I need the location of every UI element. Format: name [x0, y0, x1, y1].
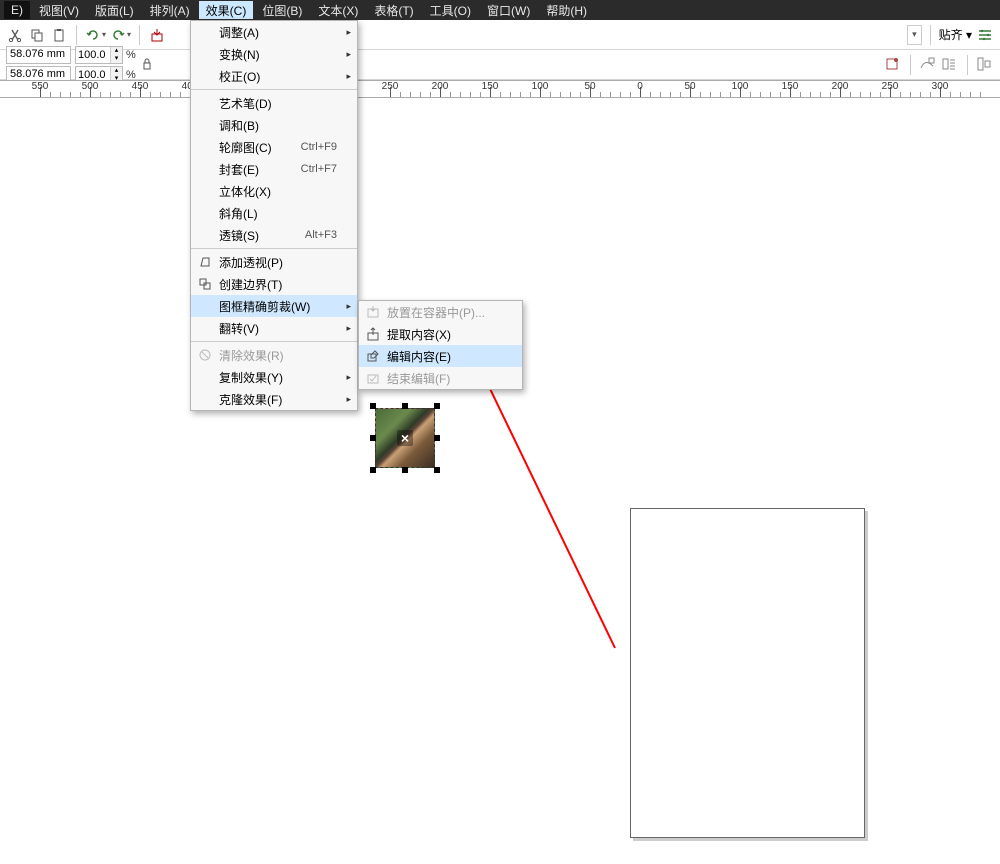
menu-text[interactable]: 文本(X) [311, 1, 365, 19]
handle-e[interactable] [434, 435, 440, 441]
extract-icon [359, 327, 387, 341]
menu-item-create-boundary[interactable]: 创建边界(T) [191, 273, 357, 295]
menu-item-artistic[interactable]: 艺术笔(D) [191, 92, 357, 114]
zoom-dropdown[interactable]: ▾ [907, 25, 922, 45]
menu-window[interactable]: 窗口(W) [480, 1, 537, 19]
menu-item-add-perspective[interactable]: 添加透视(P) [191, 251, 357, 273]
import-icon[interactable] [148, 26, 166, 44]
menu-effects[interactable]: 效果(C) [199, 1, 254, 19]
menu-tools[interactable]: 工具(O) [423, 1, 478, 19]
property-bar: 58.076 mm 58.076 mm ▴▾ % ▴▾ % [0, 50, 1000, 80]
selected-image[interactable] [370, 403, 440, 473]
handle-n[interactable] [402, 403, 408, 409]
bitmap-image[interactable] [375, 408, 435, 468]
menu-layout[interactable]: 版面(L) [88, 1, 141, 19]
menu-item-bevel[interactable]: 斜角(L) [191, 202, 357, 224]
submenu-finish-editing: 结束编辑(F) [359, 367, 522, 389]
menu-item-clear-effect: 清除效果(R) [191, 344, 357, 366]
menu-item-lens[interactable]: 透镜(S)Alt+F3 [191, 224, 357, 246]
menu-view[interactable]: 视图(V) [32, 1, 86, 19]
handle-s[interactable] [402, 467, 408, 473]
menu-item-extrude[interactable]: 立体化(X) [191, 180, 357, 202]
menu-item-copy-effect[interactable]: 复制效果(Y)▸ [191, 366, 357, 388]
cut-icon[interactable] [6, 26, 24, 44]
handle-se[interactable] [434, 467, 440, 473]
align-icon[interactable] [976, 56, 994, 74]
menu-item-blend[interactable]: 调和(B) [191, 114, 357, 136]
wrap-icon[interactable] [941, 56, 959, 74]
options-icon[interactable] [976, 26, 994, 44]
menu-item-transform[interactable]: 变换(N)▸ [191, 43, 357, 65]
menu-item-contour[interactable]: 轮廓图(C)Ctrl+F9 [191, 136, 357, 158]
perspective-icon [191, 255, 219, 269]
menu-item-clone-effect[interactable]: 克隆效果(F)▸ [191, 388, 357, 410]
handle-nw[interactable] [370, 403, 376, 409]
place-inside-icon [359, 305, 387, 319]
redo-button[interactable]: ▾ [110, 28, 131, 42]
pos-x-input[interactable]: 58.076 mm [6, 46, 71, 64]
menu-help[interactable]: 帮助(H) [539, 1, 594, 19]
menu-table[interactable]: 表格(T) [367, 1, 420, 19]
horizontal-ruler: 5505004504003502502001501005005010015020… [0, 80, 1000, 98]
menu-bar: E) 视图(V) 版面(L) 排列(A) 效果(C) 位图(B) 文本(X) 表… [0, 0, 1000, 20]
drawing-canvas[interactable] [0, 98, 1000, 864]
menu-item-rollover[interactable]: 翻转(V)▸ [191, 317, 357, 339]
percent-label: % [126, 49, 136, 61]
trace-icon[interactable] [919, 56, 937, 74]
menu-item-powerclip[interactable]: 图框精确剪裁(W)▸ [191, 295, 357, 317]
copy-icon[interactable] [28, 26, 46, 44]
percent-label-2: % [126, 69, 136, 81]
handle-sw[interactable] [370, 467, 376, 473]
paste-icon[interactable] [50, 26, 68, 44]
menu-item-envelope[interactable]: 封套(E)Ctrl+F7 [191, 158, 357, 180]
edit-icon [359, 349, 387, 363]
submenu-edit-contents[interactable]: 编辑内容(E) [359, 345, 522, 367]
handle-w[interactable] [370, 435, 376, 441]
finish-icon [359, 371, 387, 385]
menu-item-adjust[interactable]: 调整(A)▸ [191, 21, 357, 43]
page-rectangle[interactable] [630, 508, 865, 838]
menu-arrange[interactable]: 排列(A) [143, 1, 197, 19]
effects-menu: 调整(A)▸ 变换(N)▸ 校正(O)▸ 艺术笔(D) 调和(B) 轮廓图(C)… [190, 20, 358, 411]
lock-ratio-icon[interactable] [140, 57, 156, 73]
submenu-place-inside: 放置在容器中(P)... [359, 301, 522, 323]
handle-ne[interactable] [434, 403, 440, 409]
snap-label: 贴齐 ▾ [939, 26, 972, 43]
menu-edit-end[interactable]: E) [4, 1, 30, 19]
menu-item-correction[interactable]: 校正(O)▸ [191, 65, 357, 87]
snap-to-dropdown[interactable]: 贴齐 ▾ [939, 26, 972, 43]
crop-icon[interactable] [884, 56, 902, 74]
menu-bitmap[interactable]: 位图(B) [255, 1, 309, 19]
submenu-extract[interactable]: 提取内容(X) [359, 323, 522, 345]
clear-effect-icon [191, 348, 219, 362]
powerclip-submenu: 放置在容器中(P)... 提取内容(X) 编辑内容(E) 结束编辑(F) [358, 300, 523, 390]
undo-button[interactable]: ▾ [85, 28, 106, 42]
scale-x-input[interactable]: ▴▾ [75, 46, 123, 64]
boundary-icon [191, 277, 219, 291]
